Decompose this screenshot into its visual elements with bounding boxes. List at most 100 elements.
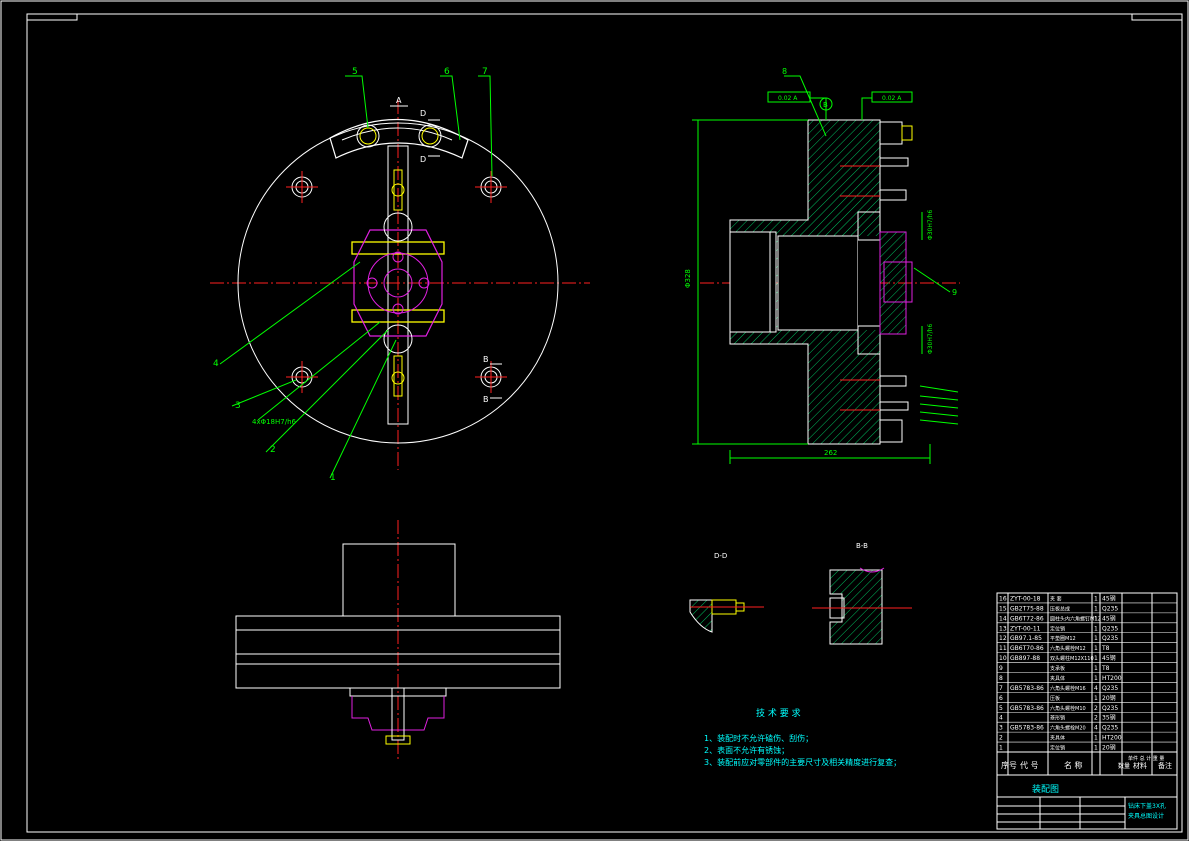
arc-slot-plate <box>329 118 469 159</box>
dd-body <box>689 599 713 633</box>
balloon-5: 5 <box>352 67 358 77</box>
bom-cell-no: 1 <box>999 745 1003 752</box>
bom-cell-qty: 1 <box>1094 675 1098 682</box>
bom-cell-qty: 1 <box>1094 635 1098 642</box>
tol-right: 0.02 A <box>882 95 902 102</box>
corner-tag <box>26 13 78 21</box>
bom-cell-no: 4 <box>999 715 1003 722</box>
spring-top <box>879 157 909 167</box>
bom-cell-mat: HT200 <box>1102 675 1122 682</box>
bom-cell-no: 5 <box>999 705 1003 712</box>
bom-cell-qty: 1 <box>1094 615 1098 622</box>
bom-cell-name: 六角头螺栓M16 <box>1050 685 1086 692</box>
plate-top <box>879 121 903 145</box>
fit-note: 4xΦ18H7/h6 <box>252 418 297 426</box>
bolt-hole-br <box>475 361 507 393</box>
bom-cell-name: 平垫圈M12 <box>1050 635 1076 642</box>
section-mark-b2: B <box>483 395 489 404</box>
drawing-sheet: 5 6 7 4 3 2 1 4xΦ18H7/h6 A D D B B Φ328 … <box>0 0 1189 841</box>
bom-cell-no: 16 <box>999 595 1007 602</box>
section-bb: B-B <box>812 542 912 645</box>
bom-cell-mat: Q235 <box>1102 725 1118 732</box>
bom-cell-code: ZYT-00-11 <box>1010 625 1041 632</box>
plate-bottom <box>879 419 903 443</box>
bom-cell-qty: 2 <box>1094 715 1098 722</box>
bom-cell-name: 菱形销 <box>1050 715 1065 722</box>
bom-cell-name: 夹具体 <box>1050 735 1065 742</box>
bom-cell-no: 14 <box>999 615 1007 622</box>
dim-width: 262 <box>824 449 837 457</box>
balloon-4: 4 <box>213 359 219 369</box>
bom-cell-no: 6 <box>999 695 1003 702</box>
bom-cell-name: 六角头螺栓M20 <box>1050 725 1086 732</box>
bom-cell-name: 压板总成 <box>1050 605 1070 612</box>
bom-head-name: 名 称 <box>1064 760 1083 770</box>
bom-cell-qty: 1 <box>1094 605 1098 612</box>
bom-cell-mat: 45钢 <box>1102 594 1116 602</box>
dim-height: Φ328 <box>684 269 692 288</box>
tech-title: 技 术 要 求 <box>756 707 801 719</box>
balloon-1: 1 <box>330 473 336 483</box>
bom-cell-qty: 2 <box>1094 705 1098 712</box>
tb-project-1: 钻床下盖3X孔 <box>1128 802 1166 810</box>
bom-cell-qty: 1 <box>1094 665 1098 672</box>
bom-cell-mat: Q235 <box>1102 625 1118 632</box>
bom-cell-mat: Q235 <box>1102 635 1118 642</box>
bolt-hole-tl <box>286 171 318 203</box>
bb-body <box>829 569 883 645</box>
bottom-view <box>235 520 561 760</box>
upper-block <box>342 543 456 617</box>
bom-cell-mat: 45钢 <box>1102 614 1116 622</box>
bore-gap <box>858 236 880 330</box>
bom-cell-mat: Q235 <box>1102 605 1118 612</box>
bom-table: 序号 代 号 名 称 数量 材料 单件 总 计 重 量 备注 16 ZYT-00-… <box>996 592 1178 830</box>
bom-cell-no: 9 <box>999 665 1003 672</box>
bom-head-code: 代 号 <box>1020 760 1039 770</box>
balloon-9: 9 <box>952 288 957 297</box>
bom-cell-name: 支承板 <box>1050 665 1065 672</box>
spring-bottom <box>879 401 909 411</box>
balloon-3: 3 <box>235 401 241 411</box>
dd-title: D-D <box>714 552 727 560</box>
nut-top <box>901 125 913 141</box>
bom-cell-qty: 1 <box>1094 595 1098 602</box>
slot-bolt-right <box>421 127 439 145</box>
balloon-2: 2 <box>270 445 276 455</box>
bom-cell-code: GB6T72-86 <box>1010 615 1044 622</box>
bom-cell-mat: Q235 <box>1102 705 1118 712</box>
bom-cell-no: 8 <box>999 675 1003 682</box>
bom-cell-no: 12 <box>999 635 1007 642</box>
bom-cell-name: 六角头螺栓M12 <box>1050 645 1086 652</box>
bom-cell-code: ZYT-00-18 <box>1010 595 1041 602</box>
bom-cell-no: 3 <box>999 725 1003 732</box>
section-dd: D-D <box>689 552 764 633</box>
section-mark-d1: D <box>420 109 426 118</box>
bom-cell-mat: Q235 <box>1102 685 1118 692</box>
bom-cell-name: 定位销 <box>1050 745 1065 752</box>
section-mark-d2: D <box>420 155 426 164</box>
tol-left: 0.02 A <box>778 95 798 102</box>
bom-cell-name: 六角头螺栓M10 <box>1050 705 1086 712</box>
balloon-7: 7 <box>482 67 488 77</box>
bom-cell-no: 10 <box>999 655 1007 662</box>
body-bore <box>777 235 859 331</box>
tech-item-1: 1、装配时不允许磕伤、刮伤； <box>704 733 813 743</box>
bom-cell-qty: 4 <box>1094 685 1098 692</box>
bom-cell-mat: 35钢 <box>1102 714 1116 722</box>
bom-cell-code: GB5783-86 <box>1010 705 1044 712</box>
bom-cell-code: GB5783-86 <box>1010 725 1044 732</box>
tb-project-2: 夹具总图设计 <box>1128 812 1164 820</box>
bom-cell-qty: 1 <box>1094 645 1098 652</box>
bom-cell-code: GB897-88 <box>1010 655 1040 662</box>
bom-cell-qty: 1 <box>1094 625 1098 632</box>
front-view: 5 6 7 4 3 2 1 4xΦ18H7/h6 A D D B B <box>210 67 590 483</box>
bom-cell-qty: 1 <box>1094 745 1098 752</box>
bolt-hole-bl <box>286 361 318 393</box>
bom-cell-no: 13 <box>999 625 1007 632</box>
bom-cell-code: GB97.1-85 <box>1010 635 1042 642</box>
inner-border <box>26 13 1183 833</box>
bom-cell-name: 夹具体 <box>1050 675 1065 682</box>
slot-bolt-left <box>359 127 377 145</box>
bom-cell-code: GB5783-86 <box>1010 685 1044 692</box>
dim-small-top: Φ30H7/h6 <box>927 209 934 240</box>
